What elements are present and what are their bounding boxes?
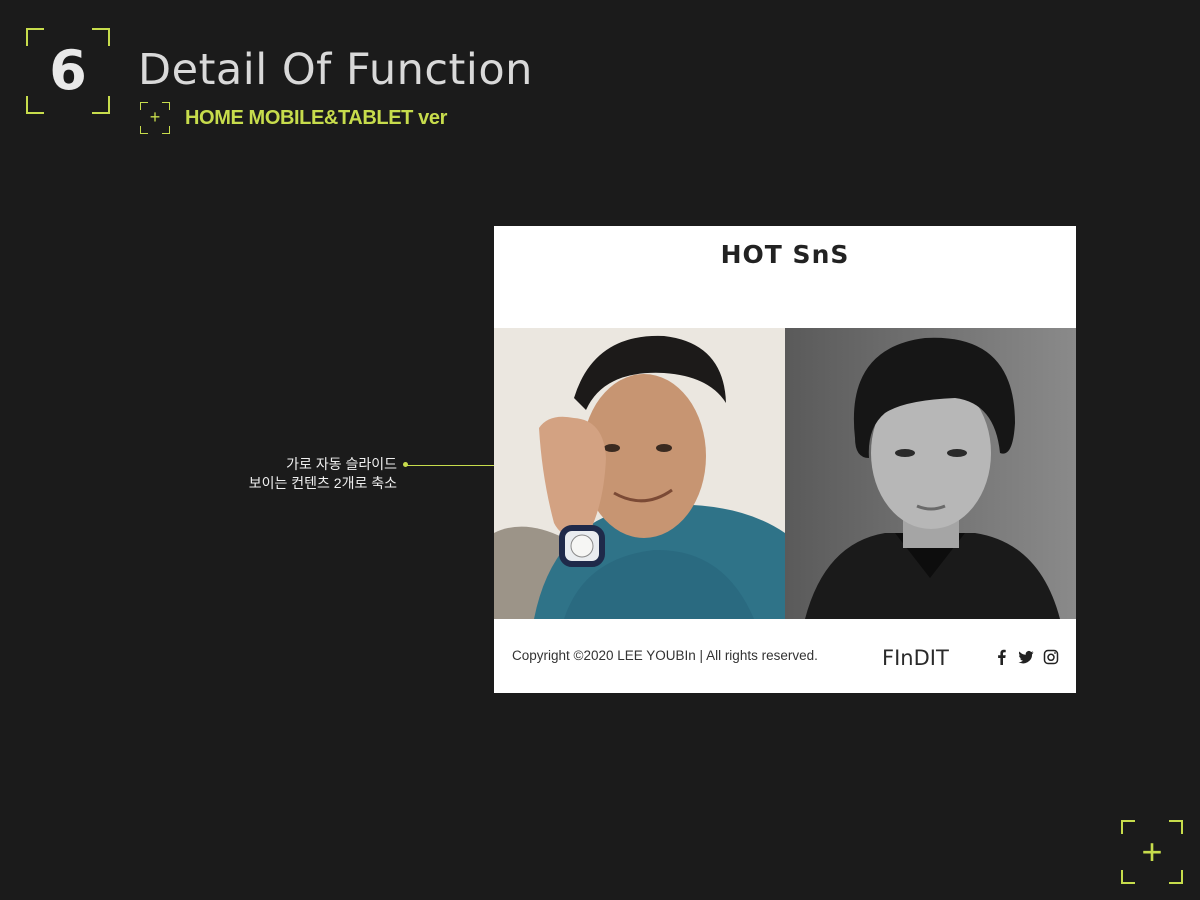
twitter-icon[interactable] [1018,649,1034,665]
bracket-corner [1169,870,1183,884]
annotation-line-1: 가로 자동 슬라이드 [286,456,397,472]
bracket-corner [1121,820,1135,834]
page-title: Detail Of Function [138,45,533,95]
portrait-image [494,328,785,619]
annotation-line-2: 보이는 컨텐츠 2개로 축소 [248,475,397,491]
page: 6 Detail Of Function + HOME MOBILE&TABLE… [0,0,1200,900]
footer-logo[interactable]: FInDIT [882,645,949,671]
mobile-mockup: HOT SnS Copyright ©2020 LEE YOUBIn | All… [494,226,1076,693]
facebook-icon[interactable] [994,649,1010,665]
plus-glyph: + [149,107,161,127]
hot-sns-heading: HOT SnS [720,240,850,269]
bracket-corner [1121,870,1135,884]
add-icon[interactable]: + [1121,820,1183,884]
sns-slide-photo-2[interactable] [785,328,1076,619]
instagram-icon[interactable] [1043,649,1059,665]
section-number: 6 [49,39,87,102]
portrait-image [785,328,1076,619]
page-subtitle: HOME MOBILE&TABLET ver [185,107,447,129]
bracket-corner [1169,820,1183,834]
footer-copyright: Copyright ©2020 LEE YOUBIn | All rights … [512,648,818,663]
sns-slide-photo-1[interactable] [494,328,785,619]
plus-icon: + [140,102,170,134]
plus-glyph: + [1141,831,1163,872]
section-number-badge: 6 [26,28,110,114]
annotation-text: 가로 자동 슬라이드 보이는 컨텐츠 2개로 축소 [249,455,397,493]
